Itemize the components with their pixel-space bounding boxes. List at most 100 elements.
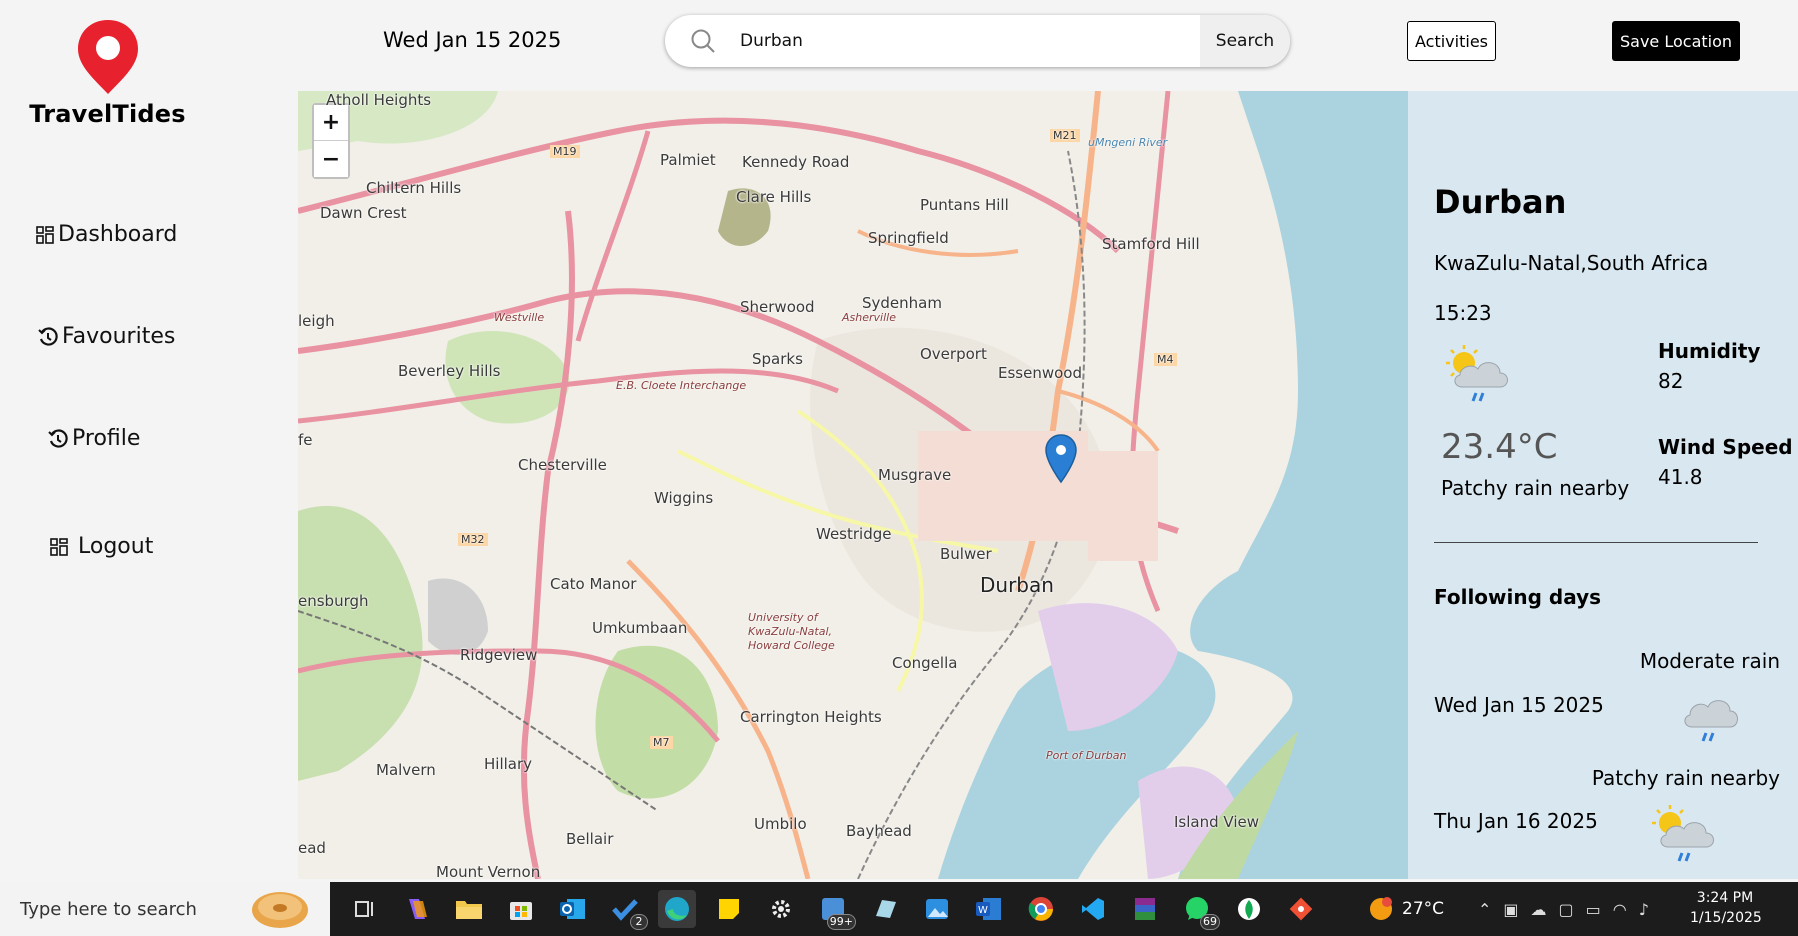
map-label: Bellair	[566, 830, 614, 848]
battery-icon[interactable]: ▭	[1586, 900, 1601, 919]
meet-icon[interactable]: ▣	[1503, 900, 1518, 919]
route-shield: M21	[1050, 129, 1080, 142]
map-label: E.B. Cloete Interchange	[616, 379, 747, 392]
map-marker-icon[interactable]	[1045, 434, 1077, 484]
forecast-condition: Patchy rain nearby	[1591, 766, 1780, 790]
map-label: Malvern	[376, 761, 436, 779]
chrome-icon[interactable]	[1022, 890, 1060, 928]
todo-badge: 2	[630, 914, 648, 930]
search-button[interactable]: Search	[1200, 15, 1290, 67]
humidity-label: Humidity	[1658, 339, 1761, 363]
taskbar-clock[interactable]: 3:24 PM 1/15/2025	[1690, 888, 1762, 928]
wind-speed-label: Wind Speed	[1658, 435, 1793, 459]
vscode-icon[interactable]	[1074, 890, 1112, 928]
copilot-icon[interactable]	[398, 890, 436, 928]
onedrive-icon[interactable]: ☁	[1531, 900, 1547, 919]
whatsapp-badge: 69	[1200, 914, 1220, 930]
map-label: Asherville	[842, 311, 896, 324]
grid-icon	[50, 537, 68, 556]
sidebar-item-dashboard[interactable]: Dashboard	[36, 222, 177, 247]
calculator-badge-icon[interactable]: 99+	[814, 890, 856, 930]
route-shield: M32	[458, 533, 488, 546]
map-label: Sherwood	[740, 298, 815, 316]
display-icon[interactable]: ▢	[1559, 900, 1574, 919]
weather-temperature: 23.4°C	[1441, 427, 1558, 467]
bagel-icon	[252, 892, 308, 928]
map-label: Sydenham	[862, 294, 942, 312]
app-name: TravelTides	[29, 100, 186, 128]
weather-sun-icon[interactable]	[1368, 896, 1394, 922]
forecast-date: Thu Jan 16 2025	[1434, 809, 1598, 833]
map-label: fe	[298, 431, 313, 449]
sidebar-item-logout[interactable]: Logout	[50, 534, 153, 559]
volume-icon[interactable]: ♪	[1639, 900, 1649, 919]
sidebar-item-favourites[interactable]: Favourites	[38, 324, 175, 349]
map-label: ensburgh	[298, 592, 369, 610]
map-label: Port of Durban	[1046, 749, 1127, 762]
map-label: Bulwer	[940, 545, 992, 563]
svg-text:W: W	[978, 905, 988, 916]
map-label: Umkumbaan	[592, 619, 688, 637]
zoom-out-button[interactable]: −	[314, 141, 348, 177]
taskbar-search[interactable]: Type here to search	[0, 882, 330, 936]
map-label: Durban	[980, 573, 1054, 597]
divider	[1434, 542, 1758, 543]
activities-button[interactable]: Activities	[1407, 21, 1496, 61]
map-label: Westville	[494, 311, 545, 324]
map-label: Puntans Hill	[920, 196, 1009, 214]
taskbar-temperature: 27°C	[1402, 899, 1445, 919]
wifi-icon[interactable]: ◠	[1613, 900, 1627, 919]
map-label: University of KwaZulu-Natal, Howard Coll…	[748, 611, 835, 652]
map-label: Umbilo	[754, 815, 807, 833]
map-label: Springfield	[868, 229, 949, 247]
map-label: Overport	[920, 345, 987, 363]
save-location-button[interactable]: Save Location	[1612, 21, 1740, 61]
map-label: ead	[298, 839, 326, 857]
map-label: uMngeni River	[1088, 136, 1168, 149]
weather-panel: Durban KwaZulu-Natal,South Africa 15:23 …	[1408, 91, 1798, 879]
todo-icon[interactable]: 2	[606, 890, 648, 930]
humidity-value: 82	[1658, 369, 1684, 393]
map[interactable]: + − Atholl Heights Palmiet Kennedy Road …	[298, 91, 1408, 879]
sidebar-item-label: Dashboard	[58, 222, 178, 247]
edge-icon[interactable]	[658, 890, 696, 928]
forecast-condition: Moderate rain	[1639, 649, 1780, 673]
zoom-in-button[interactable]: +	[314, 105, 348, 141]
chevron-up-icon[interactable]: ⌃	[1478, 900, 1491, 919]
grid-icon	[36, 225, 54, 244]
map-label: Mount Vernon	[436, 863, 541, 879]
search-icon	[665, 28, 740, 54]
file-explorer-icon[interactable]	[450, 890, 488, 928]
map-label: Kennedy Road	[742, 153, 850, 171]
history-icon	[38, 326, 58, 346]
git-icon[interactable]	[1282, 890, 1320, 928]
photos-icon[interactable]	[918, 890, 956, 928]
whatsapp-icon[interactable]: 69	[1178, 890, 1220, 930]
map-label: Hillary	[484, 755, 533, 773]
winrar-icon[interactable]	[1126, 890, 1164, 928]
sidebar-item-profile[interactable]: Profile	[48, 426, 140, 451]
sidebar-item-label: Profile	[72, 426, 141, 451]
task-view-icon[interactable]	[346, 890, 384, 928]
search-input[interactable]	[740, 31, 1200, 51]
outlook-icon[interactable]	[554, 890, 592, 928]
weather-condition: Patchy rain nearby	[1441, 476, 1630, 500]
current-date: Wed Jan 15 2025	[383, 28, 562, 52]
map-label: Bayhead	[846, 822, 912, 840]
settings-gear-icon[interactable]	[762, 890, 800, 928]
map-label: Essenwood	[998, 364, 1082, 382]
mongodb-icon[interactable]	[1230, 890, 1268, 928]
map-label: Westridge	[816, 525, 892, 543]
wind-speed-value: 41.8	[1658, 465, 1703, 489]
notes-app-icon[interactable]	[866, 890, 904, 928]
forecast-date: Wed Jan 15 2025	[1434, 693, 1604, 717]
store-icon[interactable]	[502, 890, 540, 928]
sticky-notes-icon[interactable]	[710, 890, 748, 928]
route-shield: M19	[550, 145, 580, 158]
taskbar-search-placeholder: Type here to search	[20, 898, 197, 920]
weather-city: Durban	[1434, 183, 1567, 221]
map-label: Island View	[1174, 813, 1259, 831]
taskbar: Type here to search 2 99+ W 69 27°C ⌃ ▣ …	[0, 882, 1798, 936]
word-icon[interactable]: W	[970, 890, 1008, 928]
taskbar-apps: 2 99+ W 69	[346, 890, 1320, 930]
